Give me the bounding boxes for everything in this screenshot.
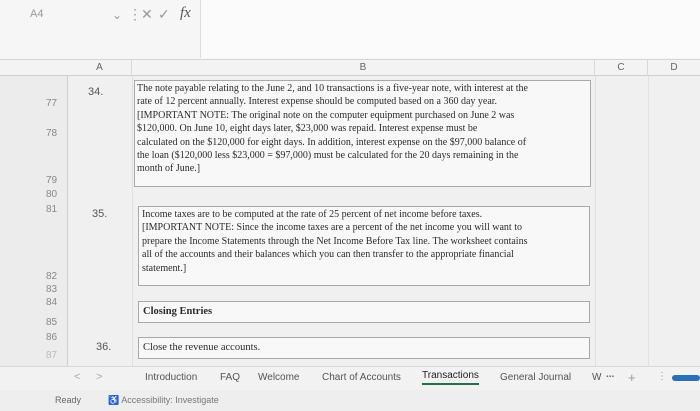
name-box[interactable]: A4 <box>0 4 96 26</box>
note-34-text-box[interactable]: The note payable relating to the June 2,… <box>134 80 591 187</box>
note-34-line: $120,000. On June 10, eight days later, … <box>137 123 478 135</box>
row-header-84[interactable]: 84 <box>0 297 68 308</box>
tab-faq[interactable]: FAQ <box>220 372 240 383</box>
row-header-78[interactable]: 78 <box>0 128 68 139</box>
status-ready: Ready <box>55 395 82 405</box>
note-35-text-box[interactable]: Income taxes are to be computed at the r… <box>138 206 590 286</box>
worksheet-grid[interactable]: 34. The note payable relating to the Jun… <box>68 76 700 366</box>
note-35-line: statement.] <box>142 262 187 274</box>
cell-a-item-35[interactable]: 35. <box>92 208 107 220</box>
formula-bar: A4 ⌄ ⋮ ✕ ✓ fx <box>0 0 700 60</box>
close-revenue-accounts-cell[interactable]: Close the revenue accounts. <box>138 337 590 359</box>
tab-transactions[interactable]: Transactions <box>422 370 479 385</box>
more-sheets-icon[interactable]: ... <box>606 369 614 380</box>
note-34-line: The note payable relating to the June 2,… <box>137 83 528 94</box>
tab-chart-of-accounts[interactable]: Chart of Accounts <box>322 372 401 383</box>
prev-sheet-icon[interactable]: < <box>74 371 80 383</box>
accessibility-status[interactable]: ♿ Accessibility: Investigate <box>108 395 219 406</box>
status-bar: Ready ♿ Accessibility: Investigate <box>0 390 700 411</box>
row-header-86[interactable]: 86 <box>0 332 68 343</box>
insert-function-icon[interactable]: fx <box>180 5 191 22</box>
tab-w[interactable]: W <box>592 372 601 383</box>
row-header-85[interactable]: 85 <box>0 317 68 328</box>
more-options-icon[interactable]: ⋮ <box>128 6 142 23</box>
column-header-row: A B C D <box>0 60 700 76</box>
gridline <box>595 76 596 366</box>
cell-a-item-36[interactable]: 36. <box>96 341 111 353</box>
row-header-83[interactable]: 83 <box>0 284 68 295</box>
row-header-77[interactable]: 77 <box>0 98 68 109</box>
note-35-line: all of the accounts and their balances w… <box>142 249 514 261</box>
cancel-icon[interactable]: ✕ <box>141 6 153 23</box>
note-34-line: the loan ($120,000 less $23,000 = $97,00… <box>137 150 519 162</box>
note-34-line: rate of 12 percent annually. Interest ex… <box>137 96 498 108</box>
gridline <box>648 76 649 366</box>
add-sheet-icon[interactable]: + <box>628 370 636 385</box>
tab-options-icon[interactable]: ⋮ <box>657 371 667 382</box>
note-35-line: Income taxes are to be computed at the r… <box>142 209 483 220</box>
row-header-87[interactable]: 87 <box>0 350 68 361</box>
note-34-line: [IMPORTANT NOTE: The original note on th… <box>137 109 515 121</box>
next-sheet-icon[interactable]: > <box>96 371 102 383</box>
row-header-79[interactable]: 79 <box>0 175 68 186</box>
accessibility-label: Accessibility: Investigate <box>121 395 219 405</box>
column-header-d[interactable]: D <box>648 60 700 76</box>
cell-reference: A4 <box>30 8 44 20</box>
cell-a-item-34[interactable]: 34. <box>88 86 103 98</box>
tab-welcome[interactable]: Welcome <box>258 372 300 383</box>
formula-input[interactable] <box>200 0 700 58</box>
accessibility-icon: ♿ <box>108 395 120 405</box>
row-header-80[interactable]: 80 <box>0 189 68 200</box>
closing-entries-heading[interactable]: Closing Entries <box>138 301 590 323</box>
gridline <box>132 76 133 366</box>
column-header-b[interactable]: B <box>132 60 595 76</box>
row-header-82[interactable]: 82 <box>0 271 68 282</box>
column-header-c[interactable]: C <box>595 60 648 76</box>
sheet-tab-bar: < > Introduction FAQ Welcome Chart of Ac… <box>0 366 700 390</box>
row-header-81[interactable]: 81 <box>0 204 68 215</box>
note-35-line: [IMPORTANT NOTE: Since the income taxes … <box>142 222 522 234</box>
tab-introduction[interactable]: Introduction <box>145 372 197 383</box>
column-header-a[interactable]: A <box>68 60 132 76</box>
note-34-line: month of June.] <box>137 163 201 175</box>
name-box-chevron-icon[interactable]: ⌄ <box>112 8 122 22</box>
row-header-column: 77 78 79 80 81 82 83 84 85 86 87 <box>0 76 68 366</box>
note-35-line: prepare the Income Statements through th… <box>142 235 528 247</box>
horizontal-scroll-thumb[interactable] <box>672 375 700 381</box>
confirm-icon[interactable]: ✓ <box>158 6 170 23</box>
tab-general-journal[interactable]: General Journal <box>500 372 571 383</box>
note-34-line: calculated on the $120,000 for eight day… <box>137 136 527 148</box>
